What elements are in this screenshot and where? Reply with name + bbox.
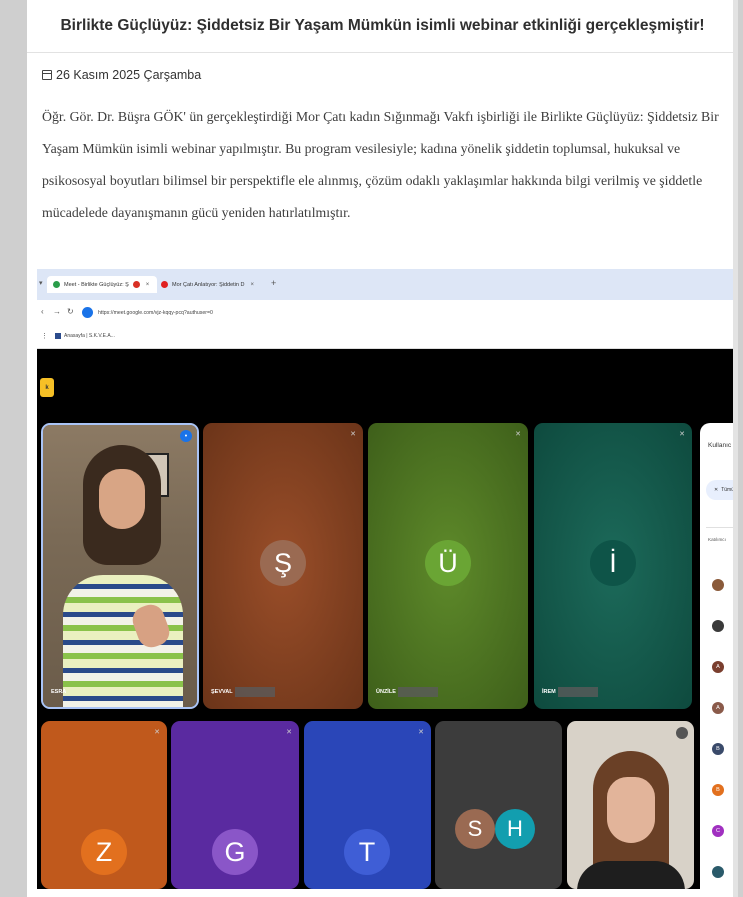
participant-name: İREM: [542, 687, 598, 697]
browser-tab-mor-cati: Mor Çatı Anlatıyor: Şiddetin D ×: [161, 276, 254, 293]
participant-tile-video: [567, 721, 694, 889]
tab-label: Meet - Birlikte Güçlüyüz: Ş: [64, 281, 129, 288]
close-icon: ×: [250, 281, 254, 288]
recording-icon: [132, 281, 140, 288]
list-avatar: [712, 620, 724, 632]
browser-tab-meet: Meet - Birlikte Güçlüyüz: Ş ×: [47, 276, 157, 293]
browser-tab-bar: ▾ Meet - Birlikte Güçlüyüz: Ş × Mor Çatı…: [37, 269, 738, 300]
speaking-indicator-icon: •: [180, 430, 192, 442]
participant-tile: ✕ Ş ŞEVVAL: [203, 423, 363, 709]
participant-face: [99, 469, 145, 529]
mic-off-icon: ✕: [679, 431, 685, 438]
list-avatar: B: [712, 743, 724, 755]
list-avatar: B: [712, 784, 724, 796]
mic-off-icon: ✕: [154, 729, 160, 736]
participant-face: [607, 777, 655, 843]
participant-avatar: H: [495, 809, 535, 849]
name-redaction: [397, 687, 438, 697]
participant-tile: ✕ Ü ÜNZİLE: [368, 423, 528, 709]
back-arrow-icon: ‹: [41, 307, 44, 316]
tab-label: Mor Çatı Anlatıyor: Şiddetin D: [172, 281, 245, 288]
mic-off-icon: ✕: [714, 487, 719, 493]
reload-icon: ↻: [67, 307, 74, 316]
participant-tile: ✕ Z: [41, 721, 167, 889]
participant-tile-video: • ESRA: [41, 423, 199, 709]
participant-tile: ✕ T: [304, 721, 431, 889]
list-avatar: A: [712, 702, 724, 714]
calendar-icon: [42, 70, 52, 80]
participant-name: ESRA: [51, 689, 67, 695]
forward-arrow-icon: →: [53, 307, 61, 316]
article-title: Birlikte Güçlüyüz: Şiddetsiz Bir Yaşam M…: [60, 17, 705, 34]
url-text: https://meet.google.com/vjz-kqqy-pcq?aut…: [98, 309, 213, 316]
participant-clothes: [577, 861, 685, 889]
participant-tile-group: S H: [435, 721, 562, 889]
list-avatar: A: [712, 661, 724, 673]
list-avatar: [712, 866, 724, 878]
participant-avatar: G: [212, 829, 258, 875]
meet-logo-badge: k: [40, 378, 54, 397]
participant-name: ÜNZİLE: [376, 687, 438, 697]
date-text: 26 Kasım 2025 Çarşamba: [56, 68, 202, 82]
participant-avatar: Z: [81, 829, 127, 875]
participant-name: ŞEVVAL: [211, 687, 275, 697]
close-icon: ×: [145, 281, 150, 288]
mic-off-icon: ✕: [350, 431, 356, 438]
site-info-icon: [82, 307, 93, 318]
name-redaction: [557, 687, 598, 697]
scrollbar[interactable]: [733, 0, 738, 897]
bookmarks-menu-icon: ⋮: [41, 333, 48, 340]
participant-avatar: Ü: [425, 540, 471, 586]
mic-off-icon: ✕: [515, 431, 521, 438]
more-options-icon: [676, 727, 688, 739]
participant-tile: ✕ İ İREM: [534, 423, 692, 709]
article-body: Öğr. Gör. Dr. Büşra GÖK' ün gerçekleştir…: [42, 109, 719, 220]
meet-favicon-icon: [53, 281, 60, 288]
list-avatar: C: [712, 825, 724, 837]
section-label: Katılımcı: [708, 537, 726, 542]
mic-off-icon: ✕: [418, 729, 424, 736]
bookmarks-bar: ⋮ Anasayfa | S.K.V.E.A...: [37, 326, 738, 349]
article-page: Birlikte Güçlüyüz: Şiddetsiz Bir Yaşam M…: [27, 0, 738, 897]
mic-off-icon: ✕: [286, 729, 292, 736]
youtube-favicon-icon: [161, 281, 168, 288]
participant-avatar: Ş: [260, 540, 306, 586]
list-avatar: [712, 579, 724, 591]
participant-tile: ✕ G: [171, 721, 299, 889]
participant-avatar: İ: [590, 540, 636, 586]
participant-avatar: T: [344, 829, 390, 875]
meet-screenshot-image: ▾ Meet - Birlikte Güçlüyüz: Ş × Mor Çatı…: [37, 269, 738, 889]
bookmark-label: Anasayfa | S.K.V.E.A...: [64, 333, 115, 339]
bookmark-item: Anasayfa | S.K.V.E.A...: [55, 333, 115, 339]
browser-address-bar: ‹ → ↻ https://meet.google.com/vjz-kqqy-p…: [37, 300, 738, 326]
bookmark-favicon-icon: [55, 333, 61, 339]
article-date: 26 Kasım 2025 Çarşamba: [42, 68, 201, 82]
panel-title: Kullanıc: [708, 442, 732, 449]
url-field: https://meet.google.com/vjz-kqqy-pcq?aut…: [82, 305, 698, 320]
article-header: Birlikte Güçlüyüz: Şiddetsiz Bir Yaşam M…: [27, 0, 738, 53]
tab-search-icon: ▾: [39, 280, 43, 287]
name-redaction: [234, 687, 275, 697]
new-tab-icon: +: [271, 278, 277, 288]
participant-avatar: S: [455, 809, 495, 849]
